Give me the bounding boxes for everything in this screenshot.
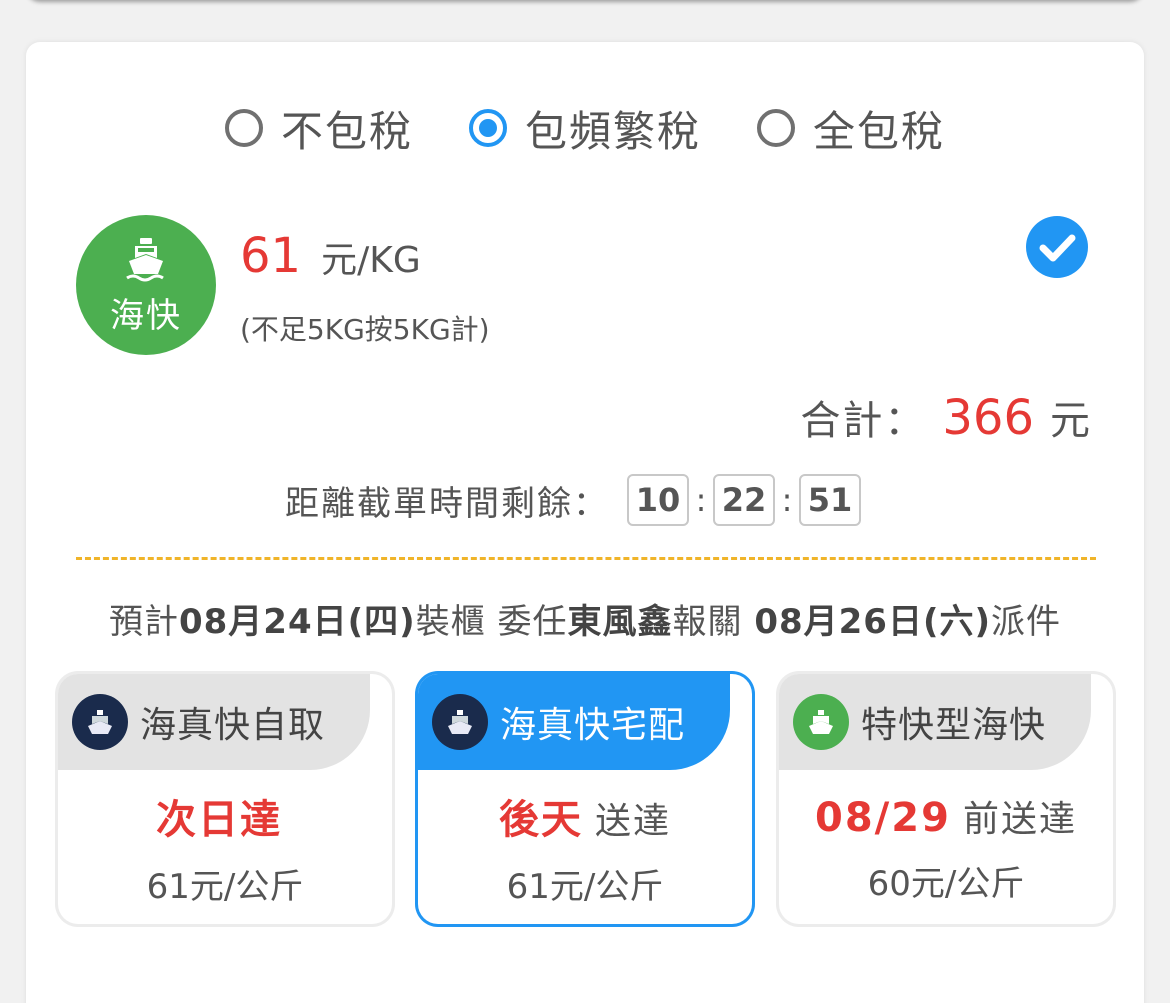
cutoff-countdown: 距離截單時間剩餘： 10 : 22 : 51 xyxy=(285,474,861,526)
option-arrival: 後天 送達 xyxy=(499,787,671,845)
radio-checked-icon[interactable] xyxy=(468,109,507,147)
delivery-option-home[interactable]: 海真快宅配 後天 送達 61元/公斤 xyxy=(418,674,752,924)
countdown-hours: 10 xyxy=(627,474,689,526)
ship-icon xyxy=(432,694,488,750)
min-weight-note: (不足5KG按5KG計) xyxy=(240,313,490,346)
option-name: 海真快宅配 xyxy=(500,705,686,746)
option-header: 特快型海快 xyxy=(779,674,1091,770)
dispatch-date: 08月26日(六) xyxy=(754,602,992,642)
tax-option-full[interactable]: 全包稅 xyxy=(757,98,945,159)
countdown-separator: : xyxy=(781,481,793,519)
schedule-info: 預計08月24日(四)裝櫃 委任東風鑫報關 08月26日(六)派件 xyxy=(0,594,1170,643)
option-arrival: 次日達 xyxy=(156,787,294,845)
logo-text: 海快 xyxy=(110,295,182,336)
schedule-text: 裝櫃 委任 xyxy=(415,602,568,642)
arrival-highlight: 次日達 xyxy=(156,796,282,843)
option-arrival: 08/29 前送達 xyxy=(815,790,1077,842)
selected-check-icon[interactable] xyxy=(1026,216,1088,278)
unit-price-value: 61 xyxy=(240,228,302,284)
option-body: 次日達 61元/公斤 xyxy=(58,770,392,924)
option-price: 61元/公斤 xyxy=(506,866,664,907)
option-header: 海真快宅配 xyxy=(418,674,730,770)
load-date: 08月24日(四) xyxy=(178,602,416,642)
arrival-highlight: 08/29 xyxy=(815,794,951,841)
countdown-minutes: 22 xyxy=(713,474,775,526)
tax-option-label: 包頻繁稅 xyxy=(524,106,701,156)
total-unit: 元 xyxy=(1050,398,1090,444)
schedule-text: 報關 xyxy=(672,602,755,642)
option-name: 海真快自取 xyxy=(140,705,326,746)
tax-option-frequent[interactable]: 包頻繁稅 xyxy=(468,98,701,159)
arrival-text: 送達 xyxy=(594,800,671,842)
delivery-option-pickup[interactable]: 海真快自取 次日達 61元/公斤 xyxy=(58,674,392,924)
option-body: 後天 送達 61元/公斤 xyxy=(418,770,752,924)
tax-option-none[interactable]: 不包稅 xyxy=(224,98,413,159)
unit-price-unit: 元/KG xyxy=(321,240,421,281)
unit-price: 61 元/KG xyxy=(240,228,421,284)
radio-unchecked-icon[interactable] xyxy=(757,109,795,147)
arrival-highlight: 後天 xyxy=(498,796,583,843)
option-price: 61元/公斤 xyxy=(146,866,304,907)
total-label: 合計： xyxy=(800,398,927,444)
sea-express-logo: 海快 xyxy=(76,215,216,355)
ship-icon xyxy=(793,694,849,750)
delivery-option-express[interactable]: 特快型海快 08/29 前送達 60元/公斤 xyxy=(779,674,1113,924)
option-header: 海真快自取 xyxy=(58,674,370,770)
dashed-divider xyxy=(76,557,1096,560)
option-name: 特快型海快 xyxy=(861,705,1047,746)
option-price: 60元/公斤 xyxy=(867,863,1025,904)
schedule-text: 預計 xyxy=(108,602,179,642)
schedule-text: 派件 xyxy=(991,602,1062,642)
tax-option-label: 不包稅 xyxy=(280,106,413,156)
countdown-seconds: 51 xyxy=(799,474,861,526)
arrival-text: 前送達 xyxy=(962,798,1077,840)
ship-icon xyxy=(72,694,128,750)
tax-option-group: 不包稅 包頻繁稅 全包稅 xyxy=(0,98,1170,158)
customs-broker: 東風鑫 xyxy=(567,602,673,642)
ship-icon xyxy=(126,237,164,281)
total-amount: 366 xyxy=(942,390,1034,446)
radio-unchecked-icon[interactable] xyxy=(224,109,263,147)
total-price: 合計： 366 元 xyxy=(800,388,1090,446)
option-body: 08/29 前送達 60元/公斤 xyxy=(779,770,1113,924)
tax-option-label: 全包稅 xyxy=(813,106,946,156)
countdown-label: 距離截單時間剩餘： xyxy=(285,483,609,524)
countdown-separator: : xyxy=(695,481,707,519)
